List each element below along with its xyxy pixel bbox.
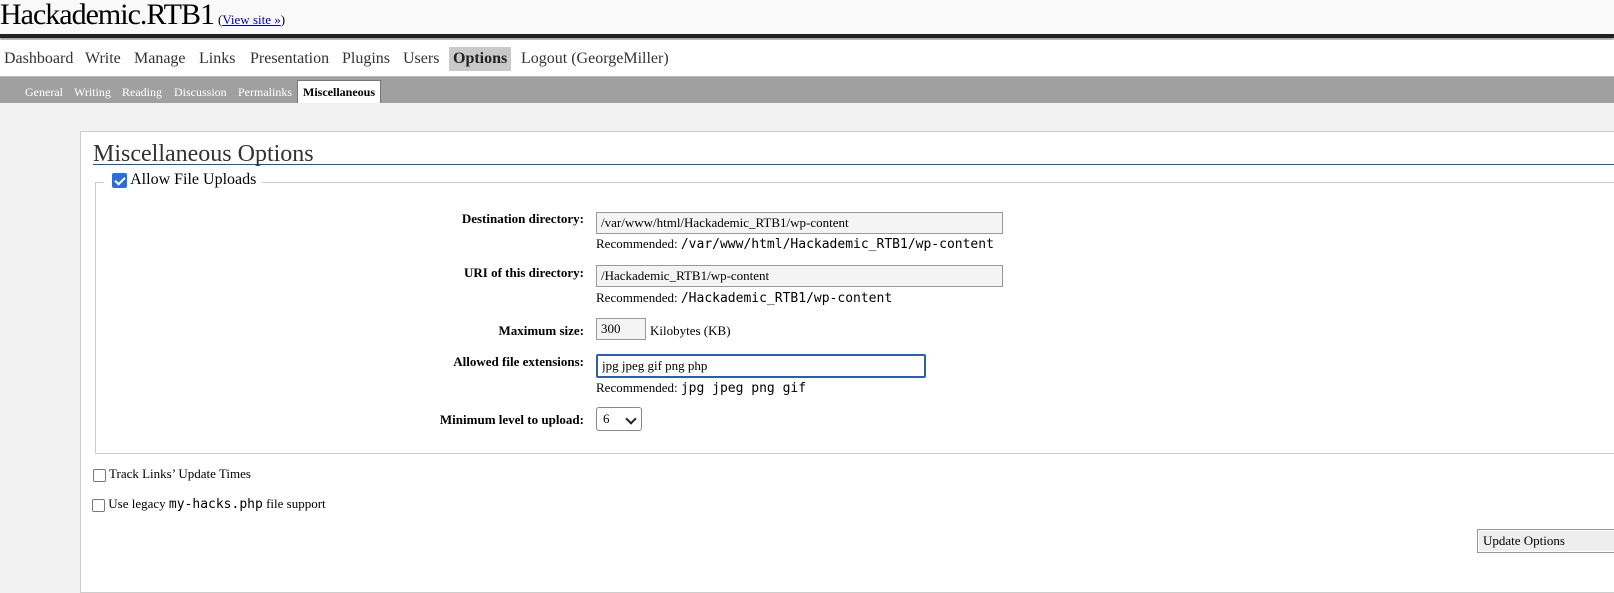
uri-input[interactable] [596,265,1003,287]
page-title: Miscellaneous Options [93,140,1614,167]
header-divider [0,34,1614,38]
submenu-permalinks[interactable]: Permalinks [234,82,296,102]
uploads-legend: Allow File Uploads [104,168,263,192]
menu-links[interactable]: Links [195,47,239,71]
legacy-hacks-checkbox[interactable] [92,498,105,512]
min-level-label: Minimum level to upload: [439,412,584,427]
options-submenu: General Writing Reading Discussion Perma… [0,77,1614,103]
uri-recommended: Recommended: /Hackademic_RTB1/wp-content [596,290,892,306]
max-size-unit: Kilobytes (KB) [650,323,731,338]
site-title-text: Hackademic.RTB1 [0,0,215,31]
allow-uploads-label[interactable]: Allow File Uploads [130,171,256,188]
site-title: Hackademic.RTB1 (View site ») [0,0,285,32]
track-links-row: Track Links’ Update Times [93,466,251,482]
min-level-select[interactable]: 6 [596,407,642,431]
admin-menu: Dashboard Write Manage Links Presentatio… [0,40,1614,77]
destination-recommended: Recommended: /var/www/html/Hackademic_RT… [596,236,994,252]
menu-logout[interactable]: Logout (GeorgeMiller) [517,47,673,71]
extensions-recommended-label: Recommended: [596,380,678,395]
extensions-label: Allowed file extensions: [453,354,584,369]
menu-manage[interactable]: Manage [130,47,190,71]
menu-write[interactable]: Write [81,47,125,71]
track-links-checkbox[interactable] [93,468,106,482]
view-site-link[interactable]: View site » [222,12,280,27]
legacy-hacks-prefix[interactable]: Use legacy [108,496,165,511]
submenu-miscellaneous[interactable]: Miscellaneous [297,80,381,103]
site-header: Hackademic.RTB1 (View site ») [0,0,1614,34]
submenu-reading[interactable]: Reading [118,82,166,102]
legacy-hacks-row: Use legacy my-hacks.php file support [92,496,326,512]
extensions-recommended: Recommended: jpg jpeg png gif [596,380,806,396]
chevron-down-icon [625,413,637,425]
max-size-label: Maximum size: [498,323,584,338]
menu-options[interactable]: Options [449,47,512,71]
destination-label: Destination directory: [461,211,584,226]
menu-dashboard[interactable]: Dashboard [0,47,77,71]
extensions-input[interactable] [596,354,926,378]
destination-recommended-label: Recommended: [596,236,678,251]
destination-input[interactable] [596,212,1003,234]
track-links-label[interactable]: Track Links’ Update Times [109,466,251,481]
uri-recommended-label: Recommended: [596,290,678,305]
submenu-discussion[interactable]: Discussion [170,82,231,102]
submenu-general[interactable]: General [21,82,67,102]
view-site-wrapper: (View site ») [218,12,285,27]
uri-label: URI of this directory: [464,265,584,280]
submenu-writing[interactable]: Writing [70,82,115,102]
destination-recommended-value: /var/www/html/Hackademic_RTB1/wp-content [680,237,994,252]
allow-uploads-checkbox[interactable] [112,172,127,188]
view-site-close-paren: ) [280,12,286,27]
menu-plugins[interactable]: Plugins [338,47,394,71]
max-size-input[interactable] [596,318,646,340]
menu-users[interactable]: Users [399,47,443,71]
menu-presentation[interactable]: Presentation [246,47,333,71]
legacy-hacks-filename: my-hacks.php [168,497,263,512]
uri-recommended-value: /Hackademic_RTB1/wp-content [680,291,893,306]
extensions-recommended-value: jpg jpeg png gif [680,381,807,396]
update-options-button[interactable]: Update Options [1477,529,1614,553]
legacy-hacks-suffix[interactable]: file support [266,496,326,511]
min-level-value: 6 [603,411,610,426]
